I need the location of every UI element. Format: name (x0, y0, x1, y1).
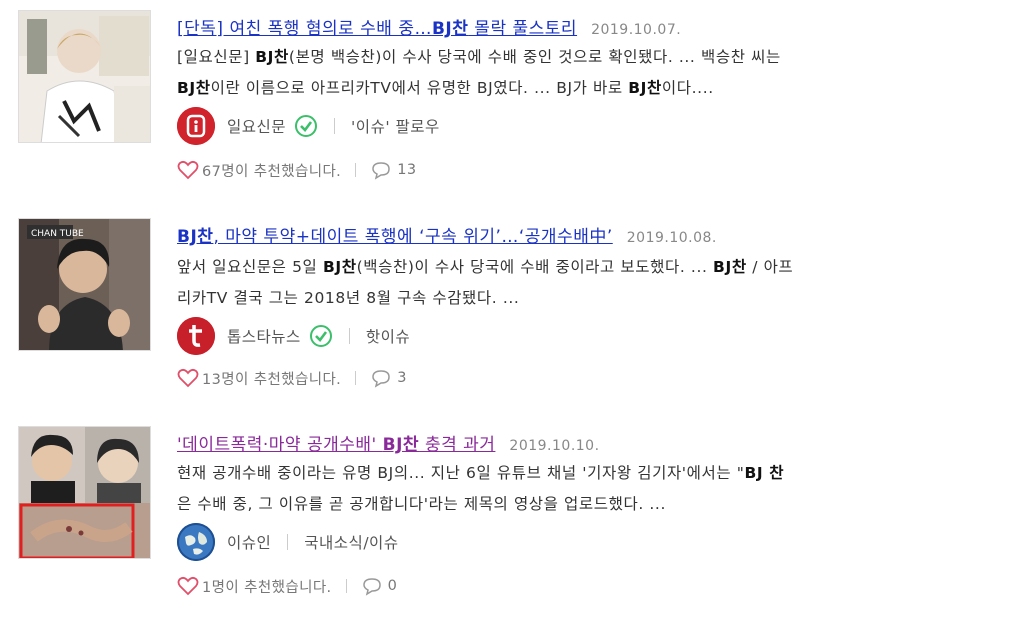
verified-check-icon (309, 325, 332, 347)
heart-icon[interactable] (177, 368, 199, 388)
news-date: 2019.10.07. (591, 22, 682, 38)
title-row: [단독] 여친 폭행 혐의로 수배 중…BJ찬 몰락 풀스토리 2019.10.0… (177, 14, 681, 39)
source-row: 톱스타뉴스 핫이슈 (177, 316, 410, 356)
source-row: 일요신문 '이슈' 팔로우 (177, 106, 440, 146)
source-row: 이슈인 국내소식/이슈 (177, 522, 399, 562)
news-description: [일요신문] BJ찬(본명 백승찬)이 수사 당국에 수배 중인 것으로 확인됐… (177, 48, 781, 97)
category-link[interactable]: 핫이슈 (366, 325, 410, 347)
news-description: 현재 공개수배 중이라는 유명 BJ의... 지난 6일 유튜브 채널 '기자왕… (177, 464, 785, 513)
heart-icon[interactable] (177, 160, 199, 180)
comment-icon[interactable] (361, 576, 383, 596)
source-logo-icon[interactable] (177, 107, 215, 145)
category-link[interactable]: 국내소식/이슈 (304, 531, 398, 553)
svg-text:CHAN TUBE: CHAN TUBE (31, 229, 84, 239)
category-link[interactable]: '이슈' 팔로우 (351, 115, 440, 137)
news-thumbnail[interactable] (18, 10, 151, 143)
news-description: 앞서 일요신문은 5일 BJ찬(백승찬)이 수사 당국에 수배 중이라고 보도했… (177, 258, 794, 307)
news-title-link[interactable]: [단독] 여친 폭행 혐의로 수배 중…BJ찬 몰락 풀스토리 (177, 19, 577, 39)
news-date: 2019.10.08. (626, 230, 717, 246)
divider (355, 371, 357, 385)
divider (348, 328, 350, 344)
divider (355, 163, 357, 177)
comment-count[interactable]: 0 (388, 578, 398, 594)
source-name[interactable]: 일요신문 (227, 115, 286, 137)
comment-count[interactable]: 13 (397, 162, 416, 178)
recommend-count: 67명이 추천했습니다. (202, 163, 342, 180)
news-date: 2019.10.10. (509, 438, 600, 454)
news-title-link[interactable]: BJ찬, 마약 투약+데이트 폭행에 ‘구속 위기’…‘공개수배中’ (177, 227, 613, 247)
verified-check-icon (295, 115, 318, 137)
news-title-link[interactable]: '데이트폭력·마약 공개수배' BJ찬 충격 과거 (177, 435, 495, 455)
comment-icon[interactable] (370, 160, 392, 180)
title-row: BJ찬, 마약 투약+데이트 폭행에 ‘구속 위기’…‘공개수배中’ 2019.1… (177, 222, 717, 247)
divider (287, 534, 289, 550)
divider (345, 579, 347, 593)
source-logo-icon[interactable] (177, 317, 215, 355)
source-name[interactable]: 톱스타뉴스 (227, 325, 301, 347)
comment-count[interactable]: 3 (397, 370, 407, 386)
stats-row: 67명이 추천했습니다. 13 (177, 158, 416, 182)
title-row: '데이트폭력·마약 공개수배' BJ찬 충격 과거 2019.10.10. (177, 430, 600, 455)
recommend-count: 1명이 추천했습니다. (202, 579, 332, 596)
stats-row: 1명이 추천했습니다. 0 (177, 574, 397, 598)
heart-icon[interactable] (177, 576, 199, 596)
source-logo-icon[interactable] (177, 523, 215, 561)
recommend-count: 13명이 추천했습니다. (202, 371, 342, 388)
comment-icon[interactable] (370, 368, 392, 388)
news-thumbnail[interactable]: CHAN TUBE (18, 218, 151, 351)
divider (334, 118, 336, 134)
news-thumbnail[interactable] (18, 426, 151, 559)
source-name[interactable]: 이슈인 (227, 531, 271, 553)
stats-row: 13명이 추천했습니다. 3 (177, 366, 407, 390)
